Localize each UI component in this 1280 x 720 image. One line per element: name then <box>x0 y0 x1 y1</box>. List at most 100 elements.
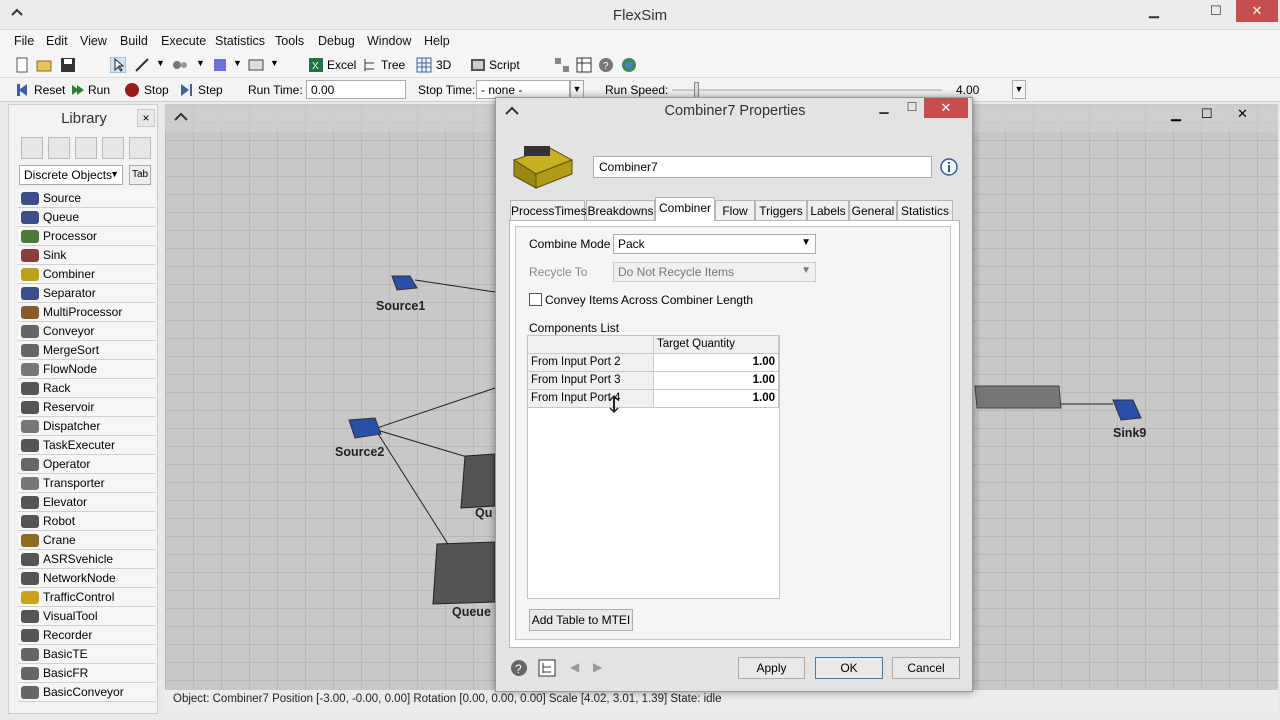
library-item-mergesort[interactable]: MergeSort <box>18 341 155 360</box>
menu-statistics[interactable]: Statistics <box>215 34 265 48</box>
menu-window[interactable]: Window <box>367 34 411 48</box>
library-item-robot[interactable]: Robot <box>18 512 155 531</box>
library-item-processor[interactable]: Processor <box>18 227 155 246</box>
ok-button[interactable]: OK <box>815 657 883 679</box>
stop-icon[interactable] <box>124 82 140 98</box>
library-item-crane[interactable]: Crane <box>18 531 155 550</box>
cancel-button[interactable]: Cancel <box>892 657 960 679</box>
run-speed-slider-thumb[interactable] <box>694 82 699 98</box>
reset-button[interactable]: Reset <box>34 83 65 97</box>
step-button[interactable]: Step <box>198 83 223 97</box>
dialog-maximize-button[interactable]: ☐ <box>902 100 922 116</box>
previous-arrow-icon[interactable]: ◀ <box>570 660 579 674</box>
dialog-minimize-button[interactable]: ▁ <box>874 100 894 116</box>
library-item-trafficcontrol[interactable]: TrafficControl <box>18 588 155 607</box>
tab-processtimes[interactable]: ProcessTimes <box>510 200 587 221</box>
menu-view[interactable]: View <box>80 34 107 48</box>
dropdown-arrow-icon[interactable]: ▼ <box>196 58 205 68</box>
quantity-cell[interactable]: 1.00 <box>654 372 779 390</box>
menu-execute[interactable]: Execute <box>161 34 206 48</box>
library-item-source[interactable]: Source <box>18 189 155 208</box>
library-remove-icon[interactable] <box>102 137 124 159</box>
help-icon[interactable]: ? <box>510 659 528 677</box>
script-icon[interactable] <box>470 57 486 73</box>
open-folder-icon[interactable] <box>36 57 52 73</box>
library-close-button[interactable]: × <box>137 109 155 127</box>
library-item-recorder[interactable]: Recorder <box>18 626 155 645</box>
run-icon[interactable] <box>70 82 86 98</box>
library-item-basicconveyor[interactable]: BasicConveyor <box>18 683 155 702</box>
info-icon[interactable] <box>940 158 958 176</box>
tree-view-icon[interactable] <box>538 659 556 677</box>
view-tool-icon[interactable] <box>248 57 264 73</box>
run-speed-slider[interactable] <box>672 89 942 91</box>
network-tool-icon[interactable] <box>172 57 188 73</box>
run-speed-dropdown[interactable]: ▼ <box>1012 80 1026 99</box>
step-icon[interactable] <box>178 82 194 98</box>
apply-button[interactable]: Apply <box>738 657 805 679</box>
library-item-rack[interactable]: Rack <box>18 379 155 398</box>
excel-button[interactable]: Excel <box>327 58 356 72</box>
library-category-select[interactable]: Discrete Objects ▼ <box>19 165 123 185</box>
recycle-to-select[interactable]: Do Not Recycle Items ▼ <box>613 262 816 282</box>
library-item-flownode[interactable]: FlowNode <box>18 360 155 379</box>
library-item-multiprocessor[interactable]: MultiProcessor <box>18 303 155 322</box>
tab-breakdowns[interactable]: Breakdowns <box>586 200 655 221</box>
globe-icon[interactable] <box>621 57 637 73</box>
object-name-field[interactable]: Combiner7 <box>593 156 932 178</box>
library-item-operator[interactable]: Operator <box>18 455 155 474</box>
library-item-elevator[interactable]: Elevator <box>18 493 155 512</box>
combine-mode-select[interactable]: Pack ▼ <box>613 234 816 254</box>
dropdown-arrow-icon[interactable]: ▼ <box>233 58 242 68</box>
grid-3d-icon[interactable] <box>416 57 432 73</box>
library-add-icon[interactable] <box>21 137 43 159</box>
connect-tool-icon[interactable] <box>134 57 150 73</box>
help-icon[interactable]: ? <box>598 57 614 73</box>
convey-items-checkbox[interactable] <box>529 293 542 306</box>
tab-triggers[interactable]: Triggers <box>755 200 807 221</box>
menu-build[interactable]: Build <box>120 34 148 48</box>
menu-edit[interactable]: Edit <box>46 34 68 48</box>
column-header-target-quantity[interactable]: Target Quantity <box>654 336 779 354</box>
library-load-icon[interactable] <box>48 137 70 159</box>
library-item-transporter[interactable]: Transporter <box>18 474 155 493</box>
row-header[interactable]: From Input Port 2 <box>528 354 654 372</box>
shape-tool-icon[interactable] <box>212 57 228 73</box>
library-item-visualtool[interactable]: VisualTool <box>18 607 155 626</box>
tab-labels[interactable]: Labels <box>807 200 849 221</box>
library-save-icon[interactable] <box>75 137 97 159</box>
maximize-button[interactable]: ☐ <box>1200 0 1232 22</box>
library-tab-button[interactable]: Tab <box>129 165 151 185</box>
library-item-asrsvehicle[interactable]: ASRSvehicle <box>18 550 155 569</box>
library-item-queue[interactable]: Queue <box>18 208 155 227</box>
tree-button[interactable]: Tree <box>381 58 405 72</box>
tab-flow[interactable]: Flow <box>715 200 755 221</box>
library-item-basicfr[interactable]: BasicFR <box>18 664 155 683</box>
select-pointer-icon[interactable] <box>110 57 126 73</box>
row-header[interactable]: From Input Port 3 <box>528 372 654 390</box>
run-time-field[interactable]: 0.00 <box>306 80 406 99</box>
tab-statistics[interactable]: Statistics <box>897 200 953 221</box>
library-item-sink[interactable]: Sink <box>18 246 155 265</box>
dropdown-arrow-icon[interactable]: ▼ <box>156 58 165 68</box>
library-item-reservoir[interactable]: Reservoir <box>18 398 155 417</box>
quantity-cell[interactable]: 1.00 <box>654 390 779 408</box>
model-layout-icon[interactable] <box>554 57 570 73</box>
save-icon[interactable] <box>60 57 76 73</box>
dropdown-arrow-icon[interactable]: ▼ <box>270 58 279 68</box>
library-item-dispatcher[interactable]: Dispatcher <box>18 417 155 436</box>
add-table-to-mtei-button[interactable]: Add Table to MTEI <box>529 609 633 631</box>
tab-combiner[interactable]: Combiner <box>655 197 715 221</box>
menu-help[interactable]: Help <box>424 34 450 48</box>
table-icon[interactable] <box>576 57 592 73</box>
next-arrow-icon[interactable]: ▶ <box>593 660 602 674</box>
library-item-basicte[interactable]: BasicTE <box>18 645 155 664</box>
3d-button[interactable]: 3D <box>436 58 451 72</box>
run-button[interactable]: Run <box>88 83 110 97</box>
new-file-icon[interactable] <box>14 57 30 73</box>
row-header[interactable]: From Input Port 4 <box>528 390 654 408</box>
library-item-conveyor[interactable]: Conveyor <box>18 322 155 341</box>
tab-general[interactable]: General <box>849 200 897 221</box>
tree-icon[interactable] <box>362 57 378 73</box>
excel-icon[interactable]: X <box>308 57 324 73</box>
